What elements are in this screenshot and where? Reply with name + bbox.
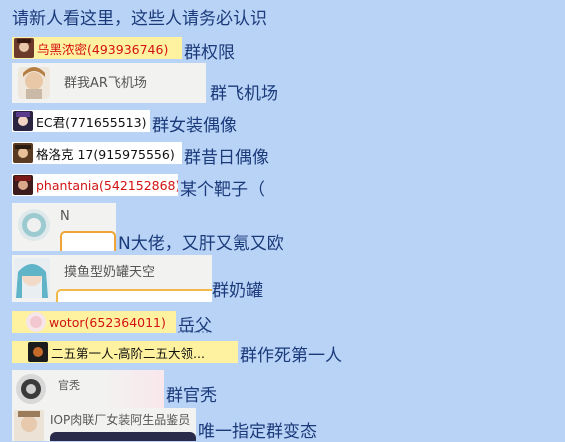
avatar-icon xyxy=(13,143,33,163)
member-card[interactable]: 群我AR飞机场 xyxy=(12,63,206,103)
member-role-label: 群奶罐 xyxy=(212,281,263,301)
avatar-icon xyxy=(14,410,44,441)
member-name: 乌黑浓密(493936746) xyxy=(37,41,169,57)
member-name: IOP肉联厂女装阿生品鉴员 xyxy=(50,413,191,427)
member-name: N xyxy=(60,209,70,224)
member-chip[interactable]: EC君(771655513) xyxy=(12,110,150,132)
member-name: 格洛克 17(915975556) xyxy=(36,146,175,162)
header-text: 请新人看这里，这些人请务必认识 xyxy=(12,9,267,29)
member-role-label: 群飞机场 xyxy=(210,84,278,104)
member-role-label: 群昔日偶像 xyxy=(184,148,269,168)
member-role-label: 群官秃 xyxy=(166,386,217,406)
avatar-icon xyxy=(13,175,33,195)
message-bubble xyxy=(56,289,212,302)
avatar-icon xyxy=(18,67,50,99)
member-role-label: 某个靶子（ xyxy=(180,180,265,200)
message-bubble xyxy=(50,432,196,441)
member-name: 官秃 xyxy=(58,379,80,392)
member-chip[interactable]: phantania(542152868) xyxy=(12,174,178,196)
member-name: 群我AR飞机场 xyxy=(64,76,147,91)
member-name: 摸鱼型奶罐天空 xyxy=(64,265,156,280)
member-name: phantania(542152868) xyxy=(36,177,178,193)
avatar-icon xyxy=(13,111,33,131)
member-name: 二五第一人-高阶二五大领... xyxy=(51,345,205,361)
avatar-icon xyxy=(26,312,46,332)
avatar-icon xyxy=(16,374,46,404)
member-chip[interactable]: 二五第一人-高阶二五大领... xyxy=(12,341,238,363)
member-name: EC君(771655513) xyxy=(36,114,147,130)
member-role-label: 群权限 xyxy=(184,43,235,63)
member-card[interactable]: 摸鱼型奶罐天空 xyxy=(12,255,212,302)
member-card[interactable]: 官秃 xyxy=(12,370,164,408)
avatar-icon xyxy=(18,209,50,241)
member-role-label: 群作死第一人 xyxy=(240,346,342,366)
member-chip[interactable]: 格洛克 17(915975556) xyxy=(12,142,182,164)
avatar-icon xyxy=(14,38,34,58)
message-bubble xyxy=(60,231,116,251)
member-chip[interactable]: wotor(652364011) xyxy=(12,311,176,333)
avatar-icon xyxy=(14,258,50,298)
member-chip[interactable]: 乌黑浓密(493936746) xyxy=(12,37,182,59)
member-role-label: N大佬，又肝又氪又欧 xyxy=(118,234,284,254)
member-role-label: 群女装偶像 xyxy=(152,116,237,136)
member-card[interactable]: N xyxy=(12,203,116,251)
member-card[interactable]: IOP肉联厂女装阿生品鉴员 xyxy=(12,408,196,441)
member-role-label: 岳父 xyxy=(178,316,212,336)
avatar-icon xyxy=(28,342,48,362)
member-role-label: 唯一指定群变态 xyxy=(198,422,317,442)
member-name: wotor(652364011) xyxy=(49,314,166,330)
